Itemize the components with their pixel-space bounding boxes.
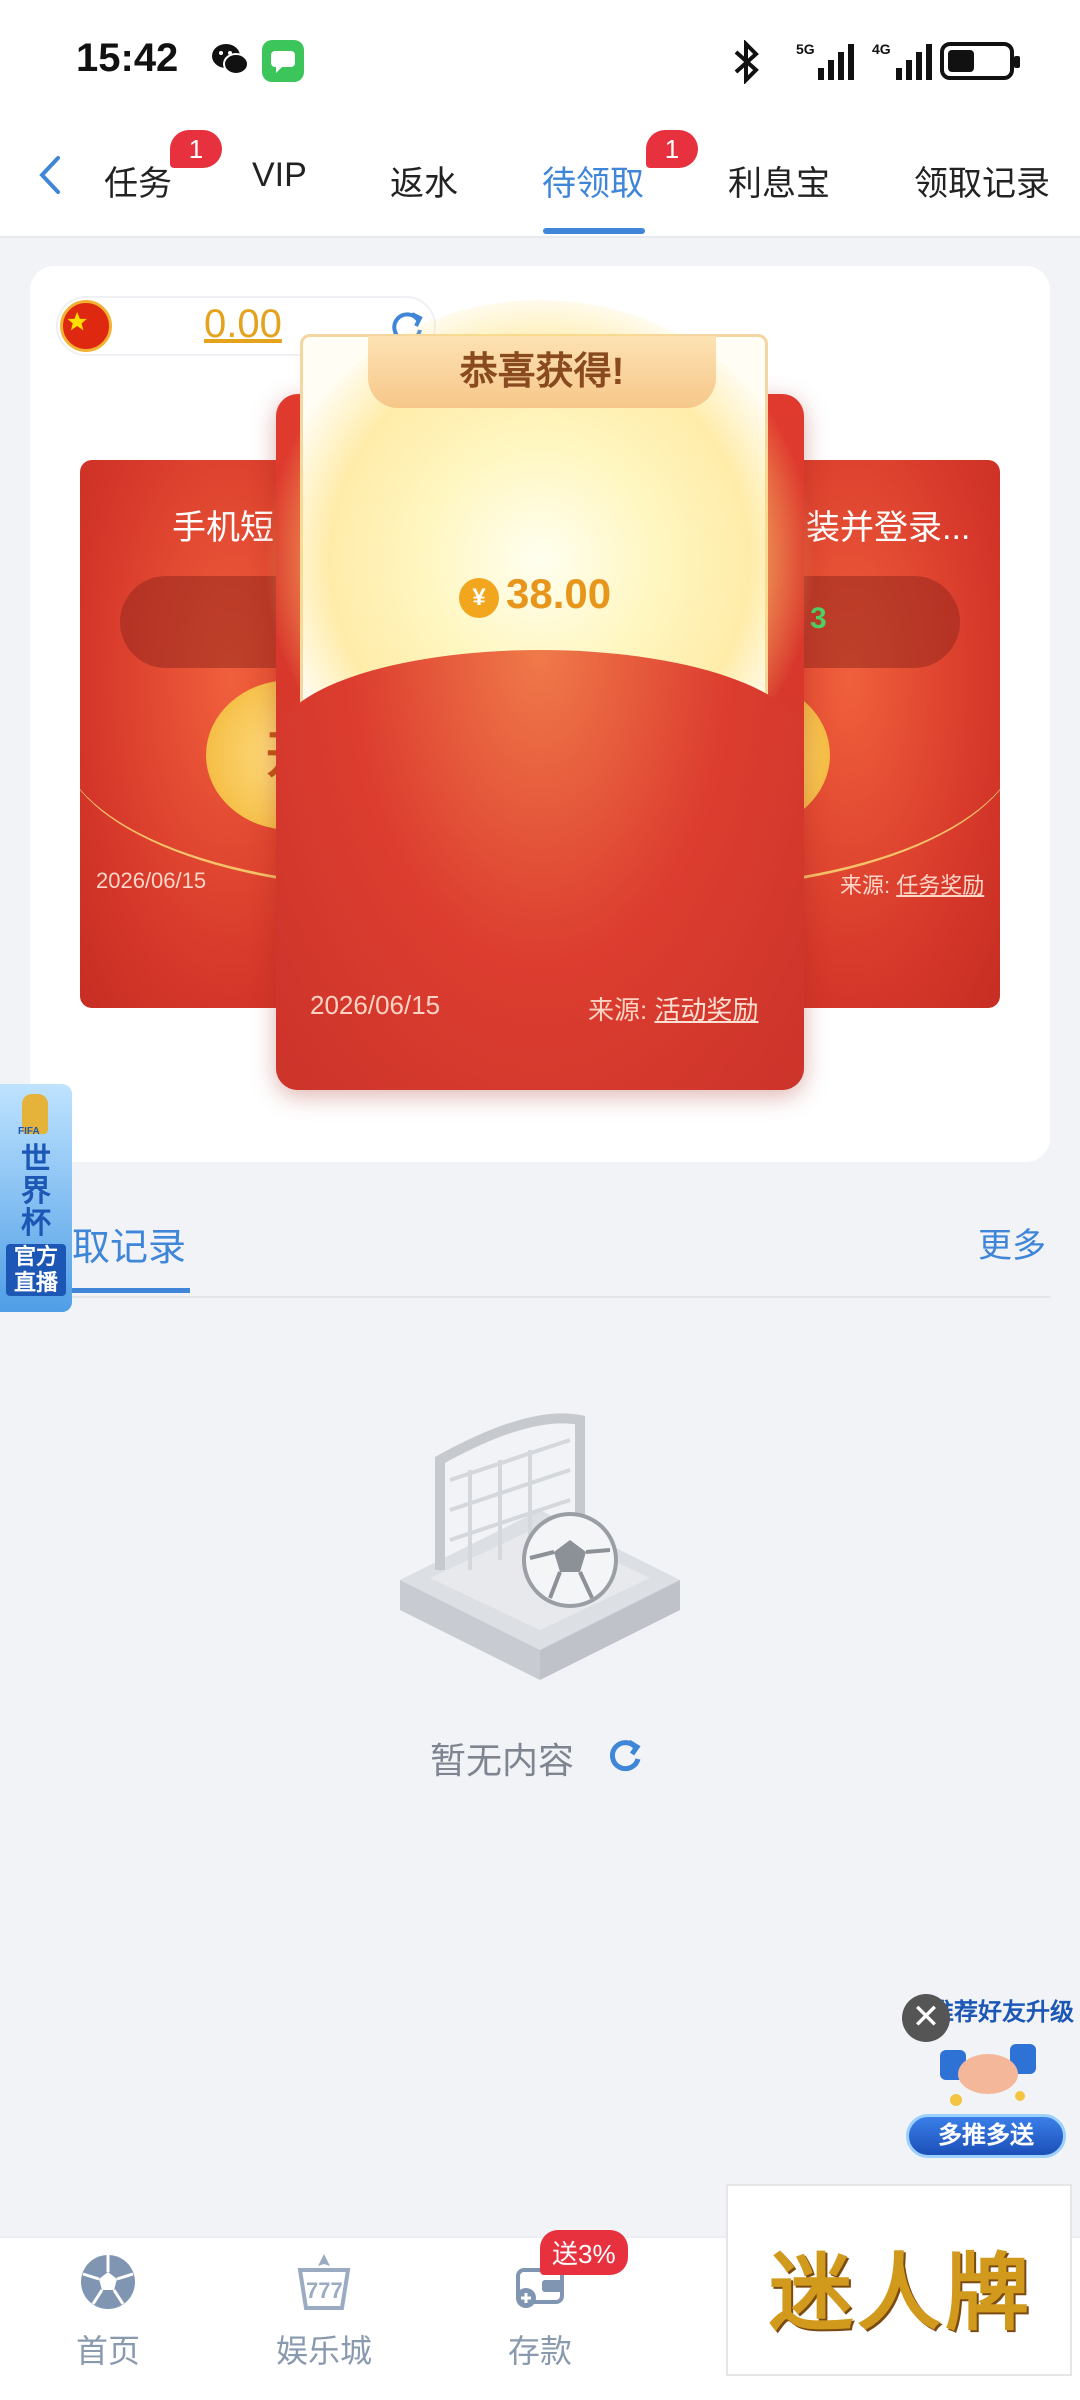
status-bar: 15:42 5G 4G: [0, 0, 1080, 120]
tab-rebate[interactable]: 返水: [390, 156, 458, 205]
signal-5g-icon: 5G: [796, 41, 854, 80]
status-time: 15:42: [76, 36, 179, 80]
records-title[interactable]: 取记录: [72, 1216, 186, 1271]
tab-pending[interactable]: 待领取: [542, 156, 644, 205]
promo-button[interactable]: 多推多送: [906, 2114, 1066, 2158]
envelope-left-date: 2026/06/15: [96, 868, 207, 893]
nav-home[interactable]: 首页: [28, 2252, 188, 2392]
top-tab-bar: 任务 1 VIP 返水 待领取 1 利息宝 领取记录: [0, 120, 1080, 238]
deposit-bonus-badge: 送3%: [540, 2230, 628, 2275]
handshake-icon: [940, 2044, 1036, 2106]
brand-watermark-text: 迷人牌: [768, 2246, 1033, 2340]
tab-claim-records[interactable]: 领取记录: [914, 156, 1050, 205]
promo-title: 推荐好友升级: [930, 1999, 1074, 2026]
soccer-ball-icon: [81, 2255, 135, 2309]
bluetooth-icon: [734, 40, 759, 84]
empty-state-text: 暂无内容: [430, 1740, 575, 1781]
china-flag-icon: [60, 300, 112, 352]
envelope-left-title: 手机短: [172, 509, 274, 547]
yuan-coin-icon: ¥: [459, 578, 499, 618]
world-cup-title: 世界杯: [21, 1143, 51, 1240]
records-more-link[interactable]: 更多: [978, 1218, 1046, 1267]
back-arrow-icon[interactable]: [30, 150, 70, 200]
records-tab-indicator: [72, 1288, 190, 1293]
casino-777-icon: 777: [297, 2254, 351, 2310]
congrats-header: 恭喜获得!: [368, 336, 716, 408]
records-divider: [72, 1296, 1050, 1298]
tab-vip[interactable]: VIP: [252, 156, 307, 195]
tab-tasks[interactable]: 任务: [104, 156, 172, 205]
refresh-icon[interactable]: [604, 1734, 646, 1776]
envelope-center-source: 来源: 活动奖励: [588, 995, 759, 1025]
tab-pending-badge: 1: [646, 130, 698, 168]
world-cup-live-float[interactable]: FIFA 世界杯 官方直播: [0, 1084, 72, 1312]
envelope-right-source: 来源: 任务奖励: [840, 873, 985, 898]
promo-close-button[interactable]: ✕: [902, 1994, 950, 2042]
envelope-right-source-link[interactable]: 任务奖励: [896, 873, 984, 898]
world-cup-live-label: 官方直播: [6, 1244, 66, 1296]
envelope-center-source-link[interactable]: 活动奖励: [654, 995, 758, 1025]
svg-text:5G: 5G: [796, 41, 815, 57]
balance-amount[interactable]: 0.00: [204, 302, 282, 347]
envelope-right-title: 装并登录...: [806, 509, 971, 547]
signal-4g-icon: 4G: [872, 41, 932, 80]
battery-icon: [940, 42, 1020, 80]
active-tab-indicator: [543, 228, 645, 234]
empty-soccer-goal-icon: [400, 1413, 680, 1680]
svg-text:4G: 4G: [872, 41, 891, 57]
message-icon: [262, 40, 304, 82]
prize-amount: 38.00: [506, 570, 612, 617]
envelope-center-date: 2026/06/15: [310, 990, 441, 1020]
svg-text:777: 777: [306, 2278, 343, 2303]
fifa-logo-text: FIFA: [18, 1126, 40, 1137]
brand-watermark: 迷人牌: [726, 2184, 1072, 2376]
tab-interest[interactable]: 利息宝: [728, 156, 830, 205]
tab-tasks-badge: 1: [170, 130, 222, 168]
wechat-icon: [212, 44, 249, 75]
nav-casino[interactable]: 777 娱乐城: [244, 2252, 404, 2392]
